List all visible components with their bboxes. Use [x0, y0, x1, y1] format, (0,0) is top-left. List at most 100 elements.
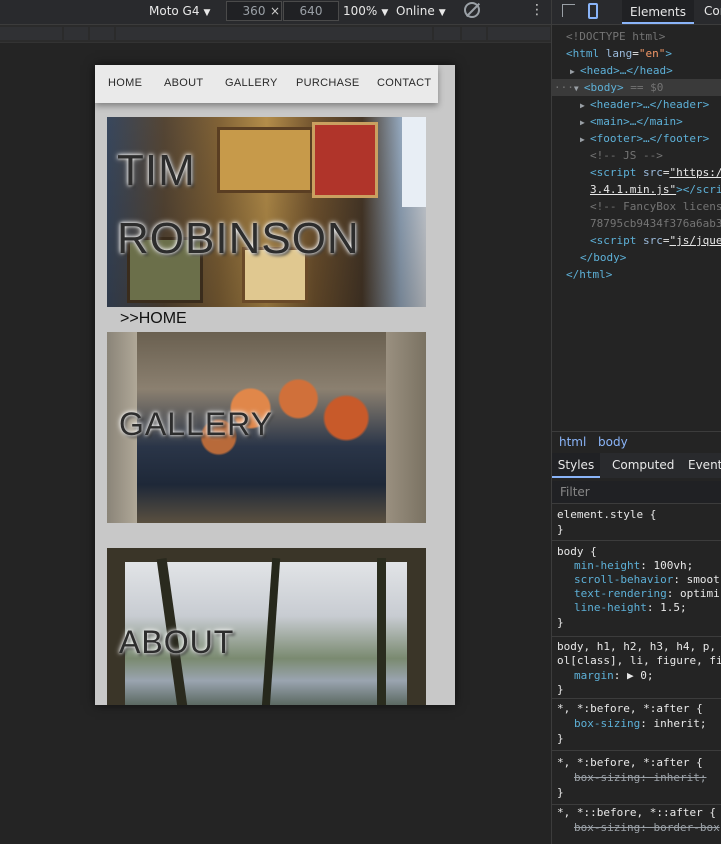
- rule-prop[interactable]: scroll-behavior: smoot: [574, 573, 720, 586]
- devtools-panel: Elements Con <!DOCTYPE html> <html lang=…: [551, 0, 721, 844]
- zoom-select[interactable]: 100% ▼: [343, 4, 388, 18]
- prop-value: border-box: [653, 821, 720, 834]
- dom-comment: <!-- FancyBox licens: [590, 200, 721, 213]
- tab-event-listeners[interactable]: Event l: [688, 458, 721, 472]
- rule-brace: }: [557, 523, 564, 536]
- rule-star-3: *, *::before, *::after { box-sizing: bor…: [552, 806, 721, 844]
- rule-selector: *, *:before, *:after {: [557, 702, 703, 715]
- media-query-segment[interactable]: [116, 27, 432, 40]
- nav-about[interactable]: ABOUT: [164, 77, 203, 89]
- breadcrumb-body[interactable]: body: [598, 435, 628, 449]
- rule-prop[interactable]: margin: ▶ 0;: [574, 669, 654, 682]
- site-nav: HOME ABOUT GALLERY PURCHASE CONTACT: [95, 65, 438, 103]
- rule-prop[interactable]: box-sizing: inherit;: [574, 717, 706, 730]
- gallery-title: GALLERY: [119, 406, 274, 442]
- dom-attr-value[interactable]: "https:/: [669, 166, 721, 179]
- nav-purchase[interactable]: PURCHASE: [296, 77, 360, 89]
- dom-tag: <footer>…</footer>: [590, 132, 710, 145]
- hero-title: TIM ROBINSON: [117, 137, 360, 273]
- prop-name: min-height: [574, 559, 641, 572]
- dom-comment: <!-- JS -->: [590, 149, 663, 162]
- dom-attr: lang: [605, 47, 633, 60]
- height-input[interactable]: 640: [283, 1, 339, 21]
- dom-attr-value[interactable]: "js/jque: [669, 234, 721, 247]
- dom-main[interactable]: ▶ <main>…</main>: [580, 113, 683, 131]
- expand-triangle-icon[interactable]: ▶: [580, 131, 590, 148]
- dom-tag: <main>…</main>: [590, 115, 683, 128]
- dom-tag: <head>…</head>: [580, 64, 673, 77]
- inspect-icon[interactable]: [562, 4, 575, 17]
- dom-header[interactable]: ▶ <header>…</header>: [580, 96, 709, 114]
- media-query-segment[interactable]: [434, 27, 460, 40]
- nav-gallery[interactable]: GALLERY: [225, 77, 278, 89]
- kebab-icon[interactable]: ⋮: [530, 2, 544, 18]
- nav-home[interactable]: HOME: [108, 77, 142, 89]
- prop-name: box-sizing: [574, 821, 641, 834]
- crate-right: [386, 332, 426, 523]
- tree: [377, 558, 386, 705]
- rule-brace: }: [557, 683, 564, 696]
- media-query-segment[interactable]: [0, 27, 62, 40]
- tree: [261, 557, 281, 705]
- about-card[interactable]: ABOUT: [107, 548, 426, 705]
- devtools-tabbar: Elements Con: [552, 0, 721, 25]
- rule-prop[interactable]: text-rendering: optimi: [574, 587, 720, 600]
- rule-selector: element.style {: [557, 508, 657, 521]
- hero-image: TIM ROBINSON: [107, 117, 426, 307]
- rule-element-style: element.style { }: [552, 506, 721, 541]
- expand-triangle-icon[interactable]: ▶: [570, 63, 580, 80]
- rule-selector: *, *::before, *::after {: [557, 806, 716, 819]
- dom-attr: src: [642, 166, 663, 179]
- media-query-segment[interactable]: [488, 27, 550, 40]
- device-name: Moto G4: [149, 4, 200, 18]
- expand-triangle-icon[interactable]: ▶: [580, 114, 590, 131]
- dom-script[interactable]: <script src="js/jque: [590, 232, 721, 249]
- styles-filter-input[interactable]: Filter: [552, 481, 721, 504]
- dom-tag-close: >: [665, 47, 672, 60]
- dom-body[interactable]: ···▼ <body> == $0: [554, 79, 663, 97]
- prop-value: smoot: [686, 573, 720, 586]
- dom-footer[interactable]: ▶ <footer>…</footer>: [580, 130, 709, 148]
- nav-contact[interactable]: CONTACT: [377, 77, 431, 89]
- styles-tabbar: Styles Computed Event l: [552, 453, 721, 478]
- prop-name: margin: [574, 669, 614, 682]
- rule-prop-overridden[interactable]: box-sizing: inherit;: [574, 771, 706, 784]
- breadcrumb-html[interactable]: html: [559, 435, 586, 449]
- prop-name: box-sizing: [574, 717, 641, 730]
- dom-tag: <header>…</header>: [590, 98, 710, 111]
- prop-name: box-sizing: [574, 771, 641, 784]
- prop-value: 100vh;: [653, 559, 694, 572]
- device-toggle-icon[interactable]: [588, 3, 598, 19]
- dom-head[interactable]: ▶ <head>…</head>: [570, 62, 673, 80]
- ellipsis-icon: ···: [554, 81, 574, 94]
- dom-tag: <body>: [583, 81, 624, 94]
- rule-selector: *, *:before, *:after {: [557, 756, 703, 769]
- expand-triangle-icon[interactable]: ▶: [580, 97, 590, 114]
- rule-prop[interactable]: min-height: 100vh;: [574, 559, 693, 572]
- rotate-icon[interactable]: [464, 2, 480, 18]
- caret-down-icon: ▼: [203, 8, 211, 18]
- dom-html[interactable]: <html lang="en">: [566, 45, 672, 62]
- caret-down-icon: ▼: [438, 8, 446, 18]
- gallery-card[interactable]: GALLERY: [107, 332, 426, 523]
- media-query-segment[interactable]: [462, 27, 486, 40]
- tab-styles[interactable]: Styles: [552, 453, 600, 478]
- device-select[interactable]: Moto G4 ▼: [149, 4, 210, 18]
- dom-doctype: <!DOCTYPE html>: [566, 30, 666, 43]
- rule-brace: }: [557, 732, 564, 745]
- rule-prop-overridden[interactable]: box-sizing: border-box: [574, 821, 720, 834]
- tab-console[interactable]: Con: [704, 4, 721, 18]
- dom-tag: <script: [590, 166, 637, 179]
- tab-elements[interactable]: Elements: [622, 0, 694, 24]
- hero-title-line1: TIM: [117, 146, 196, 195]
- tab-computed[interactable]: Computed: [612, 458, 674, 472]
- prop-value: inherit;: [653, 771, 707, 784]
- media-query-segment[interactable]: [90, 27, 114, 40]
- rule-prop[interactable]: line-height: 1.5;: [574, 601, 687, 614]
- throttle-select[interactable]: Online ▼: [396, 4, 446, 18]
- dom-tag: ></scri: [676, 183, 721, 196]
- media-query-segment[interactable]: [64, 27, 88, 40]
- collapse-triangle-icon[interactable]: ▼: [574, 80, 584, 97]
- dom-attr-value[interactable]: 3.4.1.min.js": [590, 183, 676, 196]
- dom-script[interactable]: <script src="https:/: [590, 164, 721, 181]
